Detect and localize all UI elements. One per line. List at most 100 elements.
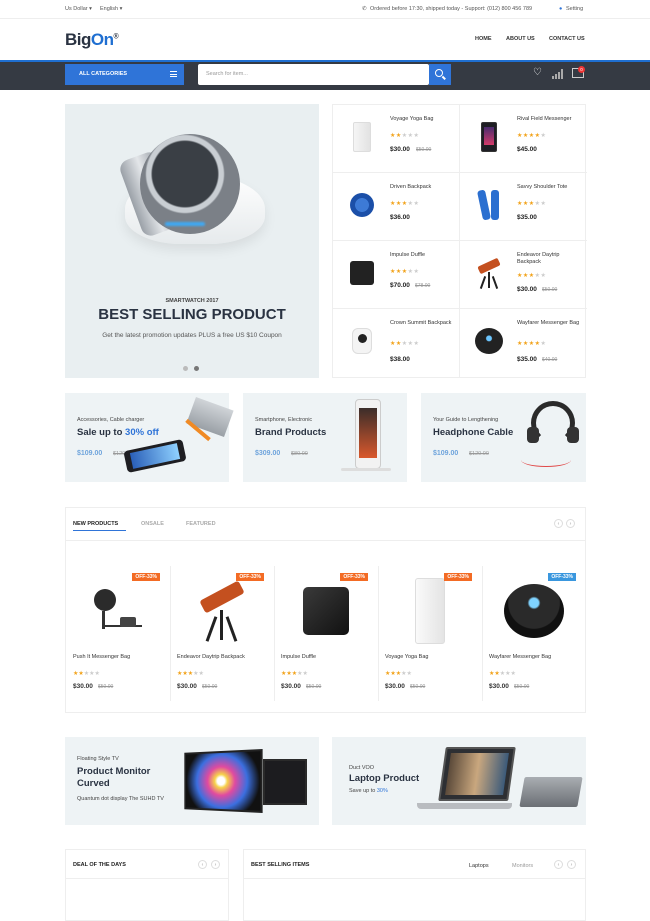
list-item[interactable]: Crown Summit Backpack ★★★★★ $38.00 xyxy=(333,309,460,377)
next-arrow-icon[interactable]: › xyxy=(211,860,220,869)
smartwatch-icon xyxy=(140,134,240,234)
setting-link[interactable]: Setting xyxy=(566,6,583,12)
product-price: $45.00 xyxy=(517,146,537,153)
discount-badge: OFF-33% xyxy=(444,573,472,581)
product-name[interactable]: Crown Summit Backpack xyxy=(390,320,455,327)
deal-of-the-days-section: DEAL OF THE DAYS ‹ › xyxy=(65,849,229,921)
rating-stars: ★★★★★ xyxy=(517,341,547,347)
gps-device-icon xyxy=(76,576,160,646)
product-price: $30.00 xyxy=(177,683,197,690)
prev-arrow-icon[interactable]: ‹ xyxy=(198,860,207,869)
promo-banner-cable[interactable]: Accessories, Cable charger Sale up to 30… xyxy=(65,393,234,482)
rating-stars: ★★★★★ xyxy=(281,671,308,677)
tab-onsale[interactable]: ONSALE xyxy=(141,521,164,527)
charger-icon xyxy=(284,576,368,646)
old-price: $50.00 xyxy=(514,684,530,690)
product-card[interactable]: OFF-33% Wayfarer Messenger Bag ★★★★★ $30… xyxy=(482,566,586,701)
logo[interactable]: BigOn® xyxy=(65,30,119,50)
nav-home[interactable]: HOME xyxy=(475,36,492,42)
rating-stars: ★★★★★ xyxy=(517,201,547,207)
product-name[interactable]: Impulse Duffle xyxy=(390,252,455,259)
old-price: $50.00 xyxy=(410,684,426,690)
nav-contact[interactable]: CONTACT US xyxy=(549,36,585,42)
banner-old-price: $80.00 xyxy=(291,451,308,457)
list-item[interactable]: Endeavor Daytrip Backpack ★★★★★ $30.00 $… xyxy=(460,241,587,309)
laptop-corner-image xyxy=(186,397,234,437)
product-name[interactable]: Voyage Yoga Bag xyxy=(385,654,428,660)
product-name[interactable]: Endeavor Daytrip Backpack xyxy=(517,252,582,266)
promo-banner-headphone[interactable]: Your Guide to Lengthening Headphone Cabl… xyxy=(421,393,586,482)
banner-kicker: Accessories, Cable charger xyxy=(77,417,145,423)
all-categories-button[interactable]: ALL CATEGORIES xyxy=(65,64,184,85)
old-price: $50.00 xyxy=(202,684,218,690)
prev-arrow-icon[interactable]: ‹ xyxy=(554,860,563,869)
tab-monitors[interactable]: Monitors xyxy=(512,863,533,869)
product-name[interactable]: Wayfarer Messenger Bag xyxy=(517,320,582,327)
phone-icon xyxy=(474,119,504,155)
prev-arrow-icon[interactable]: ‹ xyxy=(554,519,563,528)
promo-banner-monitor[interactable]: Floating Style TV Product Monitor Curved… xyxy=(65,737,319,825)
banner-kicker: Duct VOO xyxy=(349,765,375,771)
product-name[interactable]: Rival Field Messenger xyxy=(517,116,582,123)
product-name[interactable]: Endeavor Daytrip Backpack xyxy=(177,654,245,660)
product-name[interactable]: Push It Messenger Bag xyxy=(73,654,130,660)
old-price: $50.00 xyxy=(306,684,322,690)
gear-icon[interactable]: ● xyxy=(559,6,562,12)
banner-title: Headphone Cable xyxy=(433,427,514,438)
section-title: DEAL OF THE DAYS xyxy=(73,862,126,868)
product-name[interactable]: Wayfarer Messenger Bag xyxy=(489,654,551,660)
product-name[interactable]: Driven Backpack xyxy=(390,184,455,191)
search-button[interactable] xyxy=(429,64,451,85)
banner-old-price: $120.00 xyxy=(469,451,489,457)
product-card[interactable]: OFF-33% Impulse Duffle ★★★★★ $30.00 $50.… xyxy=(274,566,378,701)
product-price: $35.00 xyxy=(517,356,537,363)
search-input[interactable]: Search for item... xyxy=(198,64,429,85)
product-name[interactable]: Impulse Duffle xyxy=(281,654,316,660)
product-name[interactable]: Voyage Yoga Bag xyxy=(390,116,455,123)
heart-icon[interactable]: ♡ xyxy=(533,67,542,78)
banner-kicker: Smartphone, Electronic xyxy=(255,417,313,423)
promo-banner-laptop[interactable]: Duct VOO Laptop Product Save up to 30% xyxy=(332,737,586,825)
product-card[interactable]: OFF-33% Push It Messenger Bag ★★★★★ $30.… xyxy=(66,566,170,701)
product-name[interactable]: Savvy Shoulder Tote xyxy=(517,184,582,191)
rating-stars: ★★★★★ xyxy=(390,133,420,139)
slider-dot-2[interactable] xyxy=(194,366,199,371)
banner-title-line2: Curved xyxy=(77,778,110,789)
product-price: $38.00 xyxy=(390,356,410,363)
cable-image xyxy=(521,453,571,467)
promo-banner-brand[interactable]: Smartphone, Electronic Brand Products $3… xyxy=(243,393,407,482)
discount-badge: OFF-33% xyxy=(132,573,160,581)
hero-kicker: SMARTWATCH 2017 xyxy=(165,298,219,304)
rating-stars: ★★★★★ xyxy=(517,273,547,279)
banner-title-line1: Product Monitor xyxy=(77,766,151,777)
product-card[interactable]: OFF-33% Voyage Yoga Bag ★★★★★ $30.00 $50… xyxy=(378,566,482,701)
next-arrow-icon[interactable]: › xyxy=(567,860,576,869)
tab-laptops[interactable]: Laptops xyxy=(469,863,489,869)
slider-dot-1[interactable] xyxy=(183,366,188,371)
hero-slider[interactable]: SMARTWATCH 2017 BEST SELLING PRODUCT Get… xyxy=(65,104,319,378)
next-arrow-icon[interactable]: › xyxy=(566,519,575,528)
support-notice: Ordered before 17:30, shipped today - Su… xyxy=(370,6,533,12)
list-item[interactable]: Wayfarer Messenger Bag ★★★★★ $35.00 $40.… xyxy=(460,309,587,377)
rating-stars: ★★★★★ xyxy=(177,671,204,677)
laptop-base-image xyxy=(417,803,512,809)
power-bank-icon xyxy=(388,576,472,646)
list-item[interactable]: Impulse Duffle ★★★★★ $70.00 $78.00 xyxy=(333,241,460,309)
tab-new-products[interactable]: NEW PRODUCTS xyxy=(73,521,118,527)
discount-badge: OFF-33% xyxy=(340,573,368,581)
product-price: $70.00 xyxy=(390,282,410,289)
nav-about[interactable]: ABOUT US xyxy=(506,36,535,42)
list-item[interactable]: Rival Field Messenger ★★★★★ $45.00 xyxy=(460,105,587,173)
banner-price: $109.00 xyxy=(77,450,103,457)
list-item[interactable]: Savvy Shoulder Tote ★★★★★ $35.00 xyxy=(460,173,587,241)
signal-icon[interactable] xyxy=(552,69,564,79)
currency-select[interactable]: Us Dollar ▾ xyxy=(65,6,92,12)
speaker-icon xyxy=(347,187,377,223)
language-select[interactable]: English ▾ xyxy=(100,6,122,12)
tab-featured[interactable]: FEATURED xyxy=(186,521,216,527)
product-card[interactable]: OFF-33% Endeavor Daytrip Backpack ★★★★★ … xyxy=(170,566,274,701)
rating-stars: ★★★★★ xyxy=(390,201,420,207)
list-item[interactable]: Voyage Yoga Bag ★★★★★ $30.00 $50.00 xyxy=(333,105,460,173)
charger-icon xyxy=(347,255,377,291)
list-item[interactable]: Driven Backpack ★★★★★ $36.00 xyxy=(333,173,460,241)
